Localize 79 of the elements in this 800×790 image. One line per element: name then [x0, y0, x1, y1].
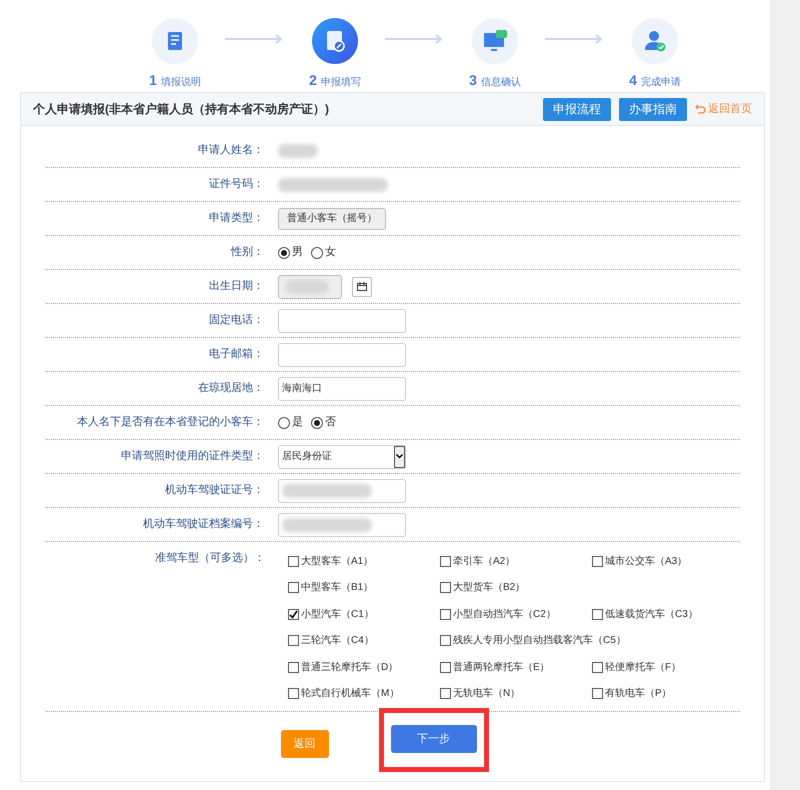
radio-button[interactable] — [311, 246, 323, 258]
checkbox-label: 普通两轮摩托车（E） — [453, 660, 550, 675]
radio-label: 是 — [292, 415, 303, 430]
header-button[interactable]: 申报流程 — [543, 98, 611, 120]
step-label[interactable]: 3 信息确认 — [469, 70, 521, 90]
back-home-link[interactable]: 返回首页 — [695, 100, 752, 118]
field-label: 机动车驾驶证证号： — [164, 483, 265, 498]
checkbox[interactable] — [440, 608, 451, 620]
step-label[interactable]: 1 填报说明 — [149, 70, 201, 90]
redaction-blur — [278, 144, 318, 158]
next-button[interactable]: 下一步 — [390, 725, 476, 753]
field-label: 性别： — [230, 245, 265, 260]
checkbox[interactable] — [440, 662, 451, 673]
checkbox[interactable] — [592, 688, 603, 700]
field-label: 机动车驾驶证档案编号： — [142, 516, 265, 532]
radio-button[interactable] — [278, 416, 290, 428]
calendar-icon — [357, 282, 367, 291]
checkbox[interactable] — [288, 635, 299, 646]
field-label: 在琼现居地： — [197, 380, 265, 396]
checkbox-label: 低速载货汽车（C3） — [605, 608, 698, 622]
checkbox-label: 大型客车（A1） — [301, 554, 374, 569]
field-label: 电子邮箱： — [208, 347, 265, 362]
checkbox[interactable] — [592, 556, 603, 567]
checkbox[interactable] — [288, 582, 299, 594]
checkbox-label: 大型货车（B2） — [453, 580, 526, 596]
radio-label: 女 — [325, 245, 336, 260]
step-label[interactable]: 2 申报填写 — [309, 70, 361, 90]
checkbox-label: 残疾人专用小型自动挡载客汽车（C5） — [453, 634, 626, 648]
checkbox[interactable] — [288, 688, 299, 700]
text-field[interactable] — [278, 308, 406, 332]
checkbox-label: 有轨电车（P） — [605, 686, 672, 702]
radio-button[interactable] — [311, 416, 323, 428]
arrow-icon — [545, 34, 605, 44]
field-label: 本人名下是否有在本省登记的小客车： — [76, 414, 265, 430]
return-icon — [695, 104, 706, 114]
checkbox[interactable] — [288, 662, 299, 673]
checkbox-label: 轮式自行机械车（M） — [301, 686, 400, 702]
checkbox-label: 三轮汽车（C4） — [301, 634, 374, 648]
checkbox-label: 小型自动挡汽车（C2） — [453, 608, 556, 622]
arrow-icon — [225, 34, 285, 44]
field-label: 申请人姓名： — [197, 143, 265, 158]
date-field[interactable] — [278, 274, 342, 298]
field-label: 固定电话： — [208, 312, 265, 328]
text-field[interactable] — [278, 478, 406, 502]
back-button[interactable]: 返回 — [280, 730, 328, 758]
field-label: 证件号码： — [208, 177, 265, 192]
checkbox-label: 轻便摩托车（F） — [605, 660, 682, 675]
checkbox-label: 无轨电车（N） — [453, 686, 520, 702]
checkbox[interactable] — [440, 635, 451, 646]
radio-button[interactable] — [278, 246, 290, 258]
checkbox[interactable] — [288, 556, 299, 567]
checkbox[interactable] — [592, 608, 603, 620]
field-label: 申请类型： — [208, 211, 265, 226]
radio-label: 男 — [292, 245, 303, 260]
checkbox[interactable] — [288, 608, 299, 620]
text-field[interactable]: 海南海口 — [278, 376, 406, 400]
text-field[interactable] — [278, 342, 406, 366]
checkbox-label: 小型汽车（C1） — [301, 608, 374, 622]
arrow-icon — [385, 34, 445, 44]
panel-title: 个人申请填报(非本省户籍人员（持有本省不动房产证）) — [33, 101, 330, 118]
calendar-button[interactable] — [352, 276, 372, 296]
radio-label: 否 — [325, 415, 336, 430]
field-label: 准驾车型（可多选）： — [154, 551, 266, 566]
checkbox[interactable] — [592, 662, 603, 673]
type-field: 普通小客车（摇号） — [278, 208, 386, 230]
checkbox-label: 城市公交车（A3） — [605, 554, 688, 569]
checkbox-label: 牵引车（A2） — [453, 554, 516, 569]
select-field[interactable]: 居民身份证 — [278, 444, 406, 468]
step-label[interactable]: 4 完成申请 — [629, 70, 681, 90]
checkbox[interactable] — [440, 688, 451, 700]
field-label: 申请驾照时使用的证件类型： — [120, 449, 265, 464]
header-button[interactable]: 办事指南 — [619, 98, 687, 120]
checkbox[interactable] — [440, 556, 451, 567]
field-label: 出生日期： — [208, 279, 265, 294]
checkbox-label: 中型客车（B1） — [301, 580, 374, 596]
checkbox-label: 普通三轮摩托车（D） — [301, 660, 398, 675]
text-field[interactable] — [278, 512, 406, 536]
checkbox[interactable] — [440, 582, 451, 594]
dropdown-icon — [396, 454, 403, 459]
